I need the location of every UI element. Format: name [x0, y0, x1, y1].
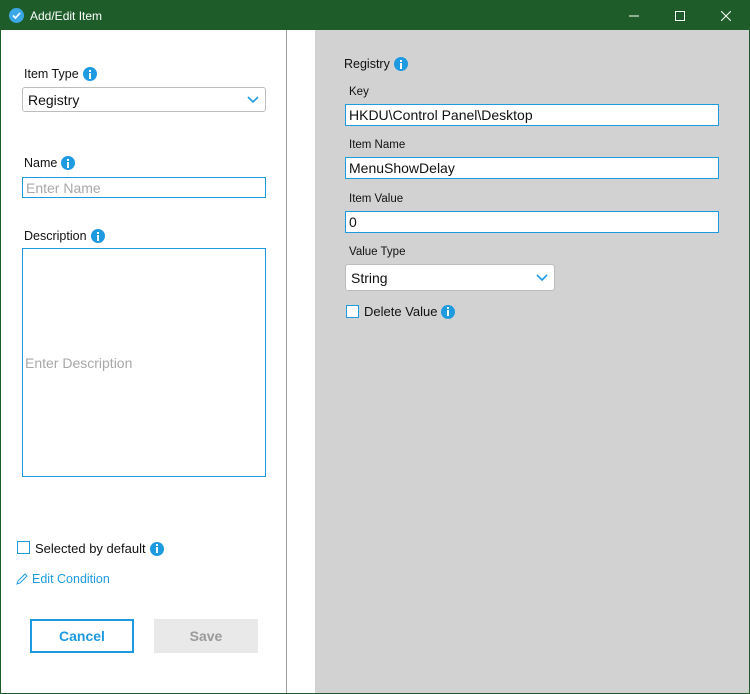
window-title: Add/Edit Item	[30, 9, 103, 23]
item-type-label-row: Item Type	[24, 67, 97, 81]
value-type-value: String	[351, 269, 388, 286]
item-name-label: Item Name	[349, 139, 406, 151]
registry-section-title: Registry	[344, 57, 390, 71]
name-label-row: Name	[24, 156, 76, 170]
value-type-label: Value Type	[349, 246, 406, 258]
description-textarea[interactable]: Enter Description	[22, 248, 266, 477]
key-label: Key	[349, 86, 369, 98]
description-label: Description	[24, 229, 87, 243]
delete-value-label: Delete Value	[364, 304, 438, 319]
info-icon[interactable]	[441, 304, 456, 319]
close-icon	[721, 10, 731, 21]
delete-value-checkbox[interactable]	[346, 305, 359, 318]
item-name-input[interactable]: MenuShowDelay	[345, 157, 719, 179]
add-edit-item-window: Add/Edit Item Item Type Registry Name En…	[0, 0, 750, 694]
info-icon[interactable]	[61, 156, 76, 170]
close-button[interactable]	[703, 1, 749, 30]
pencil-icon	[16, 573, 28, 585]
chevron-down-icon	[536, 273, 548, 281]
item-value-input[interactable]: 0	[345, 211, 719, 233]
minimize-button[interactable]	[611, 1, 657, 30]
delete-value-row: Delete Value	[364, 304, 456, 319]
cancel-button[interactable]: Cancel	[30, 619, 134, 653]
info-icon[interactable]	[149, 541, 164, 556]
selected-by-default-checkbox[interactable]	[17, 541, 30, 554]
chevron-down-icon	[247, 95, 259, 103]
edit-condition-link[interactable]: Edit Condition	[16, 572, 110, 586]
name-label: Name	[24, 156, 58, 170]
title-bar: Add/Edit Item	[1, 1, 749, 30]
info-icon[interactable]	[82, 67, 97, 81]
item-type-value: Registry	[28, 91, 80, 108]
selected-by-default-row: Selected by default	[35, 541, 164, 556]
key-input[interactable]: HKDU\Control Panel\Desktop	[345, 104, 719, 126]
item-type-select[interactable]: Registry	[22, 87, 266, 112]
maximize-button[interactable]	[657, 1, 703, 30]
info-icon[interactable]	[90, 229, 105, 243]
name-input[interactable]: Enter Name	[22, 177, 266, 198]
registry-title-row: Registry	[344, 57, 408, 71]
selected-by-default-label: Selected by default	[35, 541, 146, 556]
minimize-icon	[629, 15, 639, 16]
save-button[interactable]: Save	[154, 619, 258, 653]
checkmark-icon	[9, 8, 24, 23]
value-type-select[interactable]: String	[345, 264, 555, 291]
left-panel: Item Type Registry Name Enter Name Descr…	[1, 30, 287, 693]
item-type-label: Item Type	[24, 67, 79, 81]
description-label-row: Description	[24, 229, 105, 243]
item-value-label: Item Value	[349, 193, 404, 205]
registry-panel: Registry Key HKDU\Control Panel\Desktop …	[315, 30, 749, 693]
panel-gutter	[287, 30, 315, 693]
maximize-icon	[675, 10, 685, 21]
edit-condition-label: Edit Condition	[32, 572, 110, 586]
info-icon[interactable]	[393, 57, 408, 71]
